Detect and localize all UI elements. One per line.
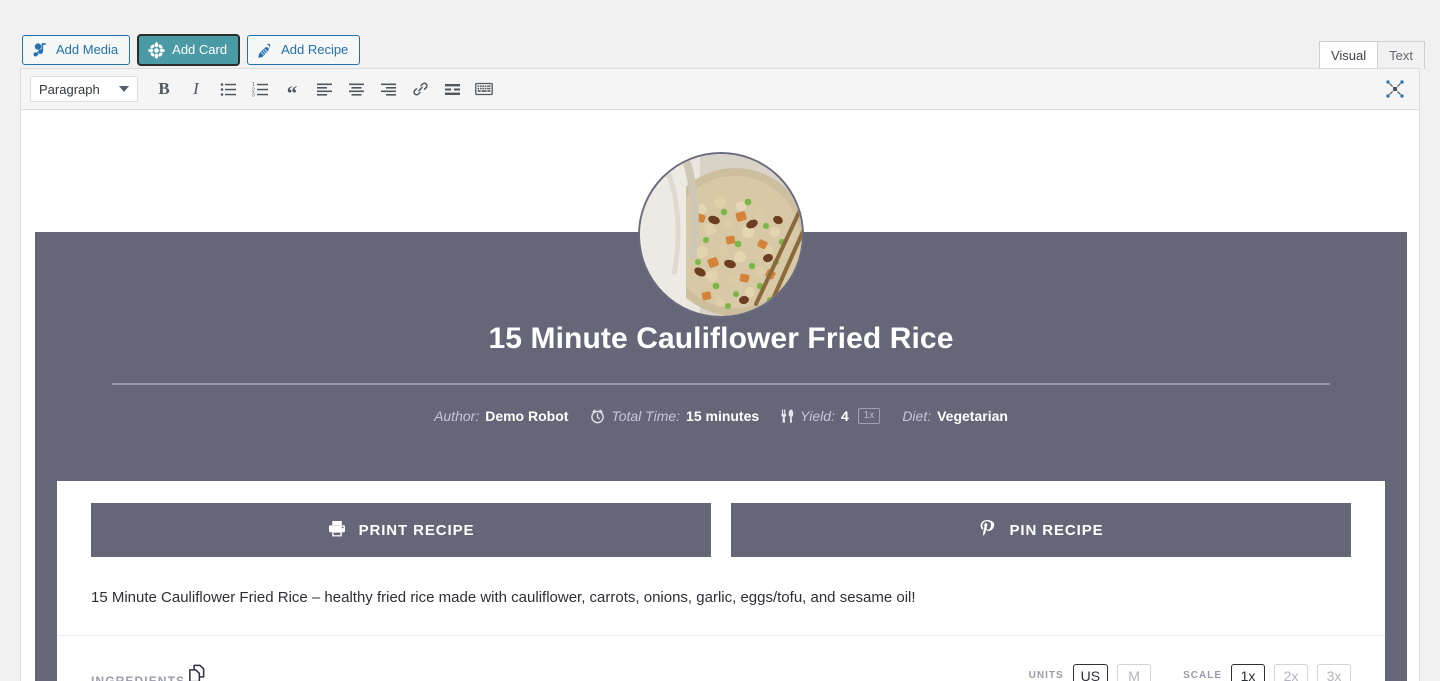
media-icon xyxy=(32,42,49,59)
print-recipe-label: PRINT RECIPE xyxy=(358,521,475,539)
diet-value: Vegetarian xyxy=(937,408,1008,424)
scale-label: SCALE xyxy=(1183,670,1222,681)
keyboard-shortcuts-button[interactable] xyxy=(470,75,498,103)
scale-option-2x[interactable]: 2x xyxy=(1274,663,1308,681)
fullscreen-icon[interactable] xyxy=(1381,75,1409,103)
recipe-action-buttons: PRINT RECIPE PIN RECIPE xyxy=(57,503,1385,557)
tab-text[interactable]: Text xyxy=(1377,41,1425,69)
yield-value: 4 xyxy=(840,408,849,424)
svg-text:3: 3 xyxy=(252,92,255,97)
add-media-button[interactable]: Add Media xyxy=(22,35,131,65)
paragraph-format-value: Paragraph xyxy=(39,81,100,97)
add-card-label: Add Card xyxy=(172,42,228,57)
paragraph-format-select[interactable]: Paragraph xyxy=(30,76,138,102)
meta-total-time: Total Time: 15 minutes xyxy=(590,408,759,424)
units-option-us[interactable]: US xyxy=(1072,663,1109,681)
blockquote-button[interactable]: “ xyxy=(278,75,306,104)
bulleted-list-button[interactable] xyxy=(214,75,242,103)
bold-button[interactable]: B xyxy=(150,75,178,103)
meta-author: Author: Demo Robot xyxy=(434,408,568,424)
add-card-button[interactable]: Add Card xyxy=(138,35,240,65)
print-recipe-button[interactable]: PRINT RECIPE xyxy=(91,503,711,557)
ingredients-label: INGREDIENTS xyxy=(91,673,186,681)
read-more-button[interactable] xyxy=(438,75,466,103)
author-value: Demo Robot xyxy=(485,408,569,424)
editor-canvas[interactable]: 15 Minute Cauliflower Fried Rice Author:… xyxy=(20,110,1420,681)
align-right-button[interactable] xyxy=(374,75,402,103)
card-flower-icon xyxy=(148,41,165,59)
insert-link-button[interactable] xyxy=(406,75,434,103)
format-toolbar: Paragraph B I 1 2 3 “ xyxy=(20,68,1420,110)
scale-option-3x[interactable]: 3x xyxy=(1317,663,1351,681)
recipe-photo-area xyxy=(35,110,1407,318)
units-option-metric[interactable]: M xyxy=(1117,663,1152,681)
media-buttons-bar: Add Media Add Card Add Recipe Visual Tex… xyxy=(0,0,1440,75)
recipe-description: 15 Minute Cauliflower Fried Rice – healt… xyxy=(91,589,916,606)
editor-mode-tabs: Visual Text xyxy=(1318,41,1425,69)
ingredients-header-row: INGREDIENTS UNITS US M SCALE 1x 2x 3x xyxy=(57,636,1385,681)
units-label: UNITS xyxy=(1028,670,1064,681)
copy-icon[interactable] xyxy=(187,664,206,681)
numbered-list-button[interactable]: 1 2 3 xyxy=(246,75,274,103)
recipe-card-body: PRINT RECIPE PIN RECIPE 15 Minute Caulif… xyxy=(35,481,1407,681)
clock-icon xyxy=(590,408,605,424)
yield-scale-badge[interactable]: 1x xyxy=(857,408,881,424)
recipe-meta-row: Author: Demo Robot Total Time: 15 minute… xyxy=(35,408,1407,424)
title-divider xyxy=(112,383,1330,385)
meta-yield: Yield: 4 1x xyxy=(781,408,881,424)
total-time-value: 15 minutes xyxy=(686,408,760,424)
tab-visual[interactable]: Visual xyxy=(1318,41,1379,69)
pin-recipe-button[interactable]: PIN RECIPE xyxy=(731,503,1351,557)
printer-icon xyxy=(328,520,346,541)
add-recipe-button[interactable]: Add Recipe xyxy=(247,35,361,65)
media-buttons-group: Add Media Add Card Add Recipe xyxy=(22,35,361,65)
meta-diet: Diet: Vegetarian xyxy=(902,408,1008,424)
fork-knife-icon xyxy=(781,408,794,424)
author-label: Author: xyxy=(434,408,480,424)
total-time-label: Total Time: xyxy=(611,408,681,424)
add-media-label: Add Media xyxy=(56,42,119,57)
align-left-button[interactable] xyxy=(310,75,338,103)
yield-label: Yield: xyxy=(800,408,835,424)
wordpress-editor-screen: Add Media Add Card Add Recipe Visual Tex… xyxy=(0,0,1440,681)
diet-label: Diet: xyxy=(902,408,932,424)
recipe-card: 15 Minute Cauliflower Fried Rice Author:… xyxy=(35,110,1407,681)
units-scale-controls: UNITS US M SCALE 1x 2x 3x xyxy=(1028,663,1351,681)
add-recipe-label: Add Recipe xyxy=(281,42,349,57)
pinterest-icon xyxy=(978,519,996,542)
carrot-icon xyxy=(257,42,274,59)
align-center-button[interactable] xyxy=(342,75,370,103)
chevron-down-icon xyxy=(119,86,129,92)
scale-option-1x[interactable]: 1x xyxy=(1231,663,1265,681)
italic-button[interactable]: I xyxy=(182,75,210,103)
recipe-photo xyxy=(638,152,804,318)
pin-recipe-label: PIN RECIPE xyxy=(1009,521,1104,539)
ingredients-heading: INGREDIENTS xyxy=(91,664,206,681)
format-buttons-group: B I 1 2 3 “ xyxy=(150,75,498,104)
